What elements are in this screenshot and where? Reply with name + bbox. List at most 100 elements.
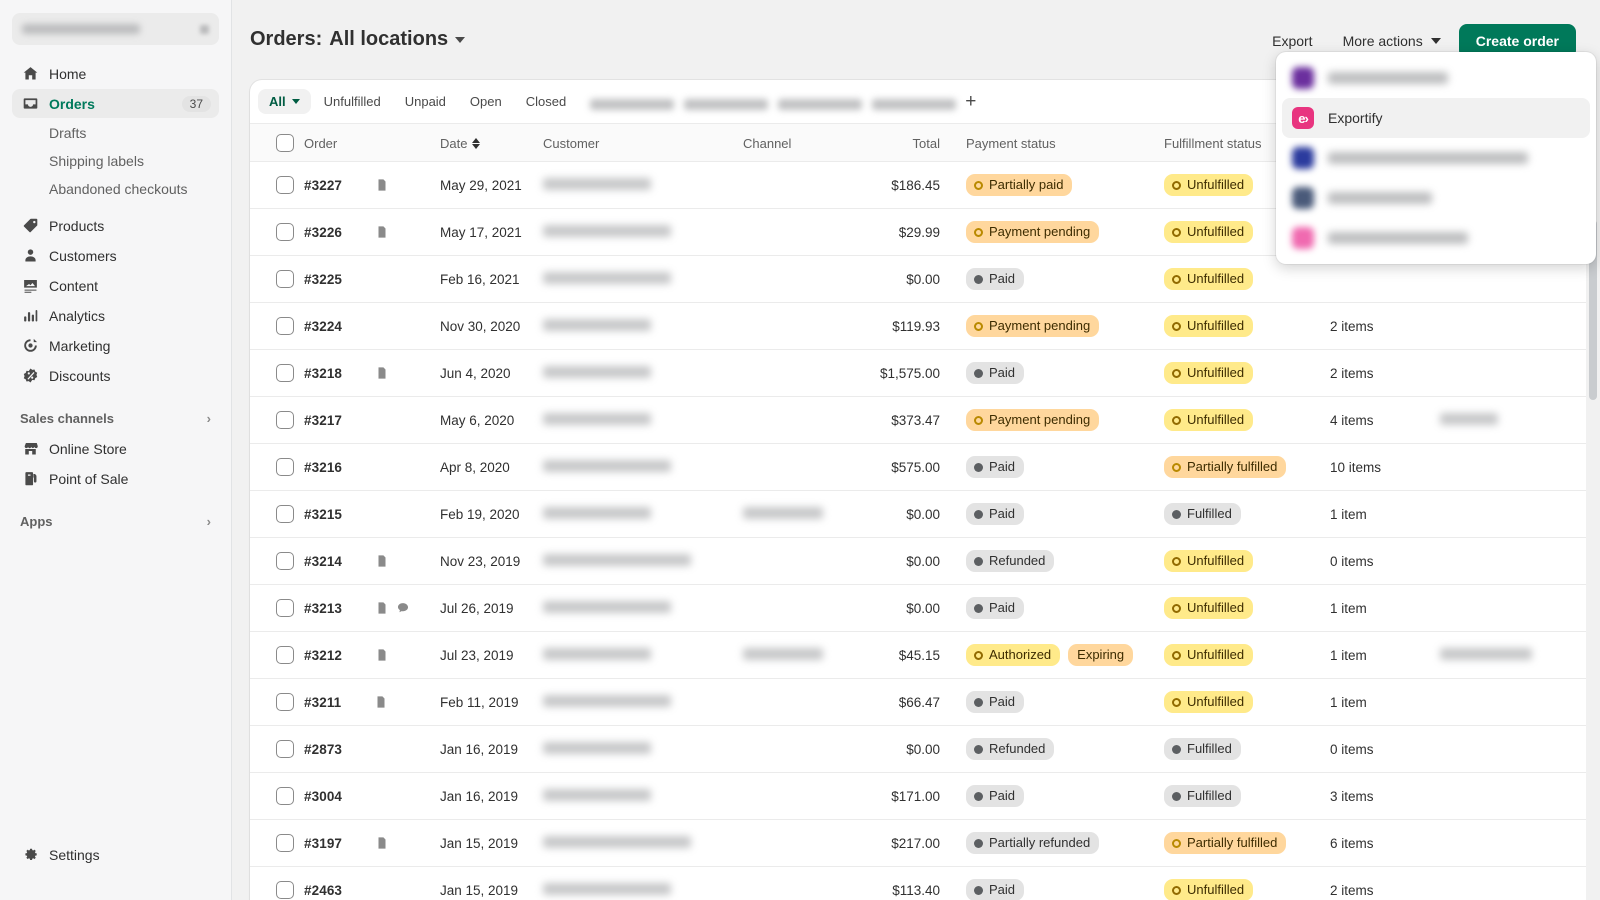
order-number-cell[interactable]: #3215 [304,491,440,538]
row-select-cell[interactable] [250,491,304,538]
order-number-cell[interactable]: #3225 [304,256,440,303]
table-row[interactable]: #3212Jul 23, 2019$45.15AuthorizedExpirin… [250,632,1590,679]
apps-section-header[interactable]: Apps › [12,507,219,535]
order-number-cell[interactable]: #3218 [304,350,440,397]
column-header-payment-status[interactable]: Payment status [966,124,1164,162]
row-select-cell[interactable] [250,162,304,209]
store-search-input[interactable] [12,13,219,45]
row-checkbox[interactable] [276,270,294,288]
row-select-cell[interactable] [250,585,304,632]
sidebar-item-content[interactable]: Content [12,271,219,300]
table-row[interactable]: #3213Jul 26, 2019$0.00PaidUnfulfilled1 i… [250,585,1590,632]
table-row[interactable]: #3214Nov 23, 2019$0.00RefundedUnfulfille… [250,538,1590,585]
row-checkbox[interactable] [276,834,294,852]
order-number-cell[interactable]: #3213 [304,585,440,632]
table-row[interactable]: #3217May 6, 2020$373.47Payment pendingUn… [250,397,1590,444]
row-checkbox[interactable] [276,411,294,429]
row-checkbox[interactable] [276,740,294,758]
column-header-total[interactable]: Total [858,124,966,162]
order-number-cell[interactable]: #3004 [304,773,440,820]
date-sort-control[interactable]: Date [440,136,480,151]
table-row[interactable]: #3216Apr 8, 2020$575.00PaidPartially ful… [250,444,1590,491]
table-row[interactable]: #3218Jun 4, 2020$1,575.00PaidUnfulfilled… [250,350,1590,397]
sidebar-item-orders[interactable]: Orders 37 [12,89,219,118]
row-select-cell[interactable] [250,867,304,900]
order-number-cell[interactable]: #3217 [304,397,440,444]
row-select-cell[interactable] [250,820,304,867]
sidebar-item-discounts[interactable]: Discounts [12,361,219,390]
menu-item-app-3[interactable] [1282,138,1590,178]
sidebar-item-marketing[interactable]: Marketing [12,331,219,360]
sidebar-item-products[interactable]: Products [12,211,219,240]
select-all-checkbox[interactable] [276,134,294,152]
tab-closed[interactable]: Closed [515,89,577,114]
row-checkbox[interactable] [276,505,294,523]
row-select-cell[interactable] [250,209,304,256]
row-checkbox[interactable] [276,787,294,805]
store-search-clear-icon[interactable] [200,25,209,34]
order-number-cell[interactable]: #3227 [304,162,440,209]
table-row[interactable]: #2463Jan 15, 2019$113.40PaidUnfulfilled2… [250,867,1590,900]
menu-item-exportify[interactable]: e› Exportify [1282,98,1590,138]
sidebar-item-abandoned-checkouts[interactable]: Abandoned checkouts [12,175,219,203]
order-number-cell[interactable]: #3197 [304,820,440,867]
row-select-cell[interactable] [250,397,304,444]
table-row[interactable]: #3211Feb 11, 2019$66.47PaidUnfulfilled1 … [250,679,1590,726]
sidebar-item-analytics[interactable]: Analytics [12,301,219,330]
table-vertical-scrollbar[interactable] [1589,220,1597,900]
sidebar-item-online-store[interactable]: Online Store [12,434,219,463]
tab-custom-1[interactable] [579,94,671,109]
add-view-button[interactable]: + [955,90,986,113]
row-checkbox[interactable] [276,176,294,194]
row-select-cell[interactable] [250,679,304,726]
tab-unfulfilled[interactable]: Unfulfilled [313,89,392,114]
column-header-order[interactable]: Order [304,124,440,162]
row-select-cell[interactable] [250,538,304,585]
order-number-cell[interactable]: #3212 [304,632,440,679]
menu-item-app-1[interactable] [1282,58,1590,98]
row-checkbox[interactable] [276,223,294,241]
tab-all[interactable]: All [258,89,311,114]
table-row[interactable]: #3224Nov 30, 2020$119.93Payment pendingU… [250,303,1590,350]
row-checkbox[interactable] [276,552,294,570]
row-select-cell[interactable] [250,773,304,820]
row-checkbox[interactable] [276,646,294,664]
row-checkbox[interactable] [276,599,294,617]
row-select-cell[interactable] [250,632,304,679]
tab-open[interactable]: Open [459,89,513,114]
sidebar-item-shipping-labels[interactable]: Shipping labels [12,147,219,175]
sidebar-item-drafts[interactable]: Drafts [12,119,219,147]
order-number-cell[interactable]: #2873 [304,726,440,773]
location-selector[interactable]: All locations [329,28,465,51]
row-checkbox[interactable] [276,317,294,335]
column-header-channel[interactable]: Channel [743,124,858,162]
row-checkbox[interactable] [276,458,294,476]
tab-unpaid[interactable]: Unpaid [394,89,457,114]
row-checkbox[interactable] [276,364,294,382]
sales-channels-section-header[interactable]: Sales channels › [12,404,219,432]
row-select-cell[interactable] [250,256,304,303]
tab-custom-2[interactable] [673,94,765,109]
row-checkbox[interactable] [276,693,294,711]
order-number-cell[interactable]: #3226 [304,209,440,256]
table-row[interactable]: #2873Jan 16, 2019$0.00RefundedFulfilled0… [250,726,1590,773]
row-select-cell[interactable] [250,303,304,350]
table-row[interactable]: #3004Jan 16, 2019$171.00PaidFulfilled3 i… [250,773,1590,820]
tab-custom-4[interactable] [861,94,953,109]
menu-item-app-4[interactable] [1282,178,1590,218]
order-number-cell[interactable]: #2463 [304,867,440,900]
row-select-cell[interactable] [250,350,304,397]
sidebar-item-settings[interactable]: Settings [12,840,219,869]
order-number-cell[interactable]: #3211 [304,679,440,726]
column-header-date[interactable]: Date [440,124,543,162]
sidebar-item-home[interactable]: Home [12,59,219,88]
row-select-cell[interactable] [250,444,304,491]
sidebar-item-customers[interactable]: Customers [12,241,219,270]
row-select-cell[interactable] [250,726,304,773]
order-number-cell[interactable]: #3214 [304,538,440,585]
order-number-cell[interactable]: #3216 [304,444,440,491]
menu-item-app-5[interactable] [1282,218,1590,258]
sidebar-item-point-of-sale[interactable]: Point of Sale [12,464,219,493]
table-row[interactable]: #3215Feb 19, 2020$0.00PaidFulfilled1 ite… [250,491,1590,538]
tab-custom-3[interactable] [767,94,859,109]
